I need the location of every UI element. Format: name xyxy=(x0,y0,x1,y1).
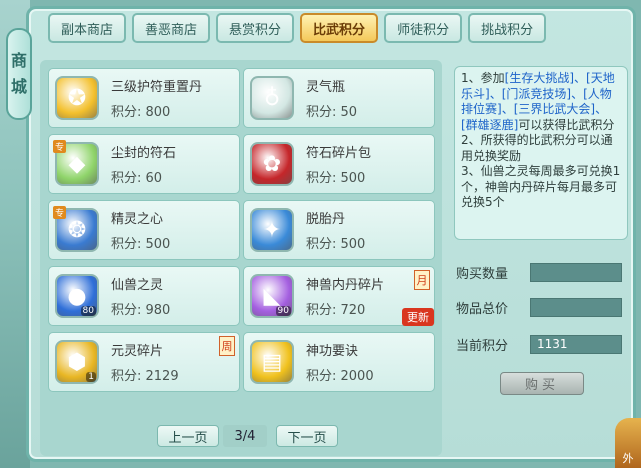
pagination: 上一页 3/4 下一页 xyxy=(157,425,338,447)
page-indicator: 3/4 xyxy=(223,425,267,447)
item-price: 积分: 980 xyxy=(111,303,171,318)
next-page-button[interactable]: 下一页 xyxy=(276,425,338,447)
item-card[interactable]: ▤ 神功要诀积分: 2000 xyxy=(243,332,435,392)
prev-page-button[interactable]: 上一页 xyxy=(157,425,219,447)
crystal-shard-icon: ◣ 90 xyxy=(250,274,294,318)
item-price: 积分: 720 xyxy=(306,303,366,318)
quantity-row: 购买数量 xyxy=(456,263,622,282)
item-name: 精灵之心 xyxy=(111,212,164,227)
pill-icon: ✦ xyxy=(250,208,294,252)
item-name: 三级护符重置丹 xyxy=(111,80,203,95)
bottle-icon: ♁ xyxy=(250,76,294,120)
side-tab-label-1: 商 xyxy=(10,51,27,70)
tab-challenge-points[interactable]: 挑战积分 xyxy=(468,13,547,43)
item-price: 积分: 500 xyxy=(306,171,366,186)
tab-arena-points[interactable]: 比武积分 xyxy=(300,13,379,43)
item-price: 积分: 500 xyxy=(111,237,171,252)
item-name: 脱胎丹 xyxy=(306,212,346,227)
item-price: 积分: 800 xyxy=(111,105,171,120)
item-card[interactable]: ◆ 专尘封的符石积分: 60 xyxy=(48,134,240,194)
tab-dungeon-shop[interactable]: 副本商店 xyxy=(48,13,127,43)
item-name: 神兽内丹碎片 xyxy=(306,278,385,293)
total-price-value xyxy=(530,298,622,317)
spirit-heart-icon: ❂ 专 xyxy=(53,206,99,252)
tab-bounty-points[interactable]: 悬赏积分 xyxy=(216,13,295,43)
description-panel: 1、参加[生存大挑战]、[天地乐斗]、[门派竞技场]、[人物排位赛]、[三界比武… xyxy=(454,66,628,240)
item-card[interactable]: ◣ 90 神兽内丹碎片 积分: 720 月更新 xyxy=(243,266,435,326)
buy-button[interactable]: 购买 xyxy=(500,372,584,395)
limit-cycle-tag: 月 xyxy=(414,270,430,290)
orb-icon: ● 80 xyxy=(55,274,99,318)
gold-fragment-icon: ⬢ 1 xyxy=(55,340,99,384)
desc-text: 1、参加 xyxy=(461,71,505,85)
quantity-input[interactable] xyxy=(530,263,622,282)
stack-count: 90 xyxy=(275,306,291,316)
item-price: 积分: 500 xyxy=(306,237,366,252)
corner-label: 外 xyxy=(622,452,634,465)
desc-link[interactable]: 、[三界比武大会] xyxy=(502,102,595,116)
item-name: 元灵碎片 xyxy=(111,344,164,359)
item-price: 积分: 2000 xyxy=(306,369,374,384)
desc-text: 3、仙兽之灵每周最多可兑换1个，神兽内丹碎片每月最多可兑换5个 xyxy=(461,164,621,209)
stack-count: 1 xyxy=(86,372,96,382)
desc-link[interactable]: [生存大挑战] xyxy=(505,71,574,85)
limit-cycle-tag: 周 xyxy=(219,336,235,356)
item-price: 积分: 50 xyxy=(306,105,358,120)
coin-amulet-icon: ✪ xyxy=(55,76,99,120)
update-tag: 更新 xyxy=(402,308,434,326)
exclusive-badge: 专 xyxy=(53,206,67,219)
item-price: 积分: 2129 xyxy=(111,369,179,384)
item-card[interactable]: ♁ 灵气瓶积分: 50 xyxy=(243,68,435,128)
current-points-label: 当前积分 xyxy=(456,339,509,354)
corner-avatar-icon[interactable]: 外 xyxy=(615,418,641,468)
item-card[interactable]: ⬢ 1 元灵碎片积分: 2129 周 xyxy=(48,332,240,392)
item-card[interactable]: ✦ 脱胎丹积分: 500 xyxy=(243,200,435,260)
item-name: 神功要诀 xyxy=(306,344,359,359)
book-icon: ▤ xyxy=(250,340,294,384)
total-price-label: 物品总价 xyxy=(456,302,509,317)
side-tab-label-2: 城 xyxy=(10,77,27,96)
desc-link[interactable]: 、[门派竞技场] xyxy=(490,87,571,101)
item-card[interactable]: ● 80 仙兽之灵积分: 980 xyxy=(48,266,240,326)
item-price: 积分: 60 xyxy=(111,171,163,186)
item-name: 灵气瓶 xyxy=(306,80,346,95)
stack-count: 80 xyxy=(80,306,96,316)
item-card[interactable]: ❂ 专精灵之心积分: 500 xyxy=(48,200,240,260)
total-price-row: 物品总价 xyxy=(456,298,622,317)
item-card[interactable]: ✪ 三级护符重置丹 积分: 800 xyxy=(48,68,240,128)
exclusive-badge: 专 xyxy=(53,140,67,153)
current-points-value: 1131 xyxy=(530,335,622,354)
category-tabs: 副本商店 善恶商店 悬赏积分 比武积分 师徒积分 挑战积分 xyxy=(48,13,547,43)
item-card[interactable]: ✿ 符石碎片包积分: 500 xyxy=(243,134,435,194)
current-points-row: 当前积分 1131 xyxy=(456,335,622,354)
tab-karma-shop[interactable]: 善恶商店 xyxy=(132,13,211,43)
item-name: 符石碎片包 xyxy=(306,146,372,161)
bag-icon: ✿ xyxy=(250,142,294,186)
desc-text: 2、所获得的比武积分可以通用兑换奖励 xyxy=(461,133,613,163)
shop-side-tab[interactable]: 商 城 xyxy=(6,28,32,120)
item-name: 仙兽之灵 xyxy=(111,278,164,293)
gem-stone-icon: ◆ 专 xyxy=(53,140,99,186)
quantity-label: 购买数量 xyxy=(456,267,509,282)
desc-text: 可以获得比武积分 xyxy=(518,117,615,132)
item-name: 尘封的符石 xyxy=(111,146,177,161)
tab-mentor-points[interactable]: 师徒积分 xyxy=(384,13,463,43)
